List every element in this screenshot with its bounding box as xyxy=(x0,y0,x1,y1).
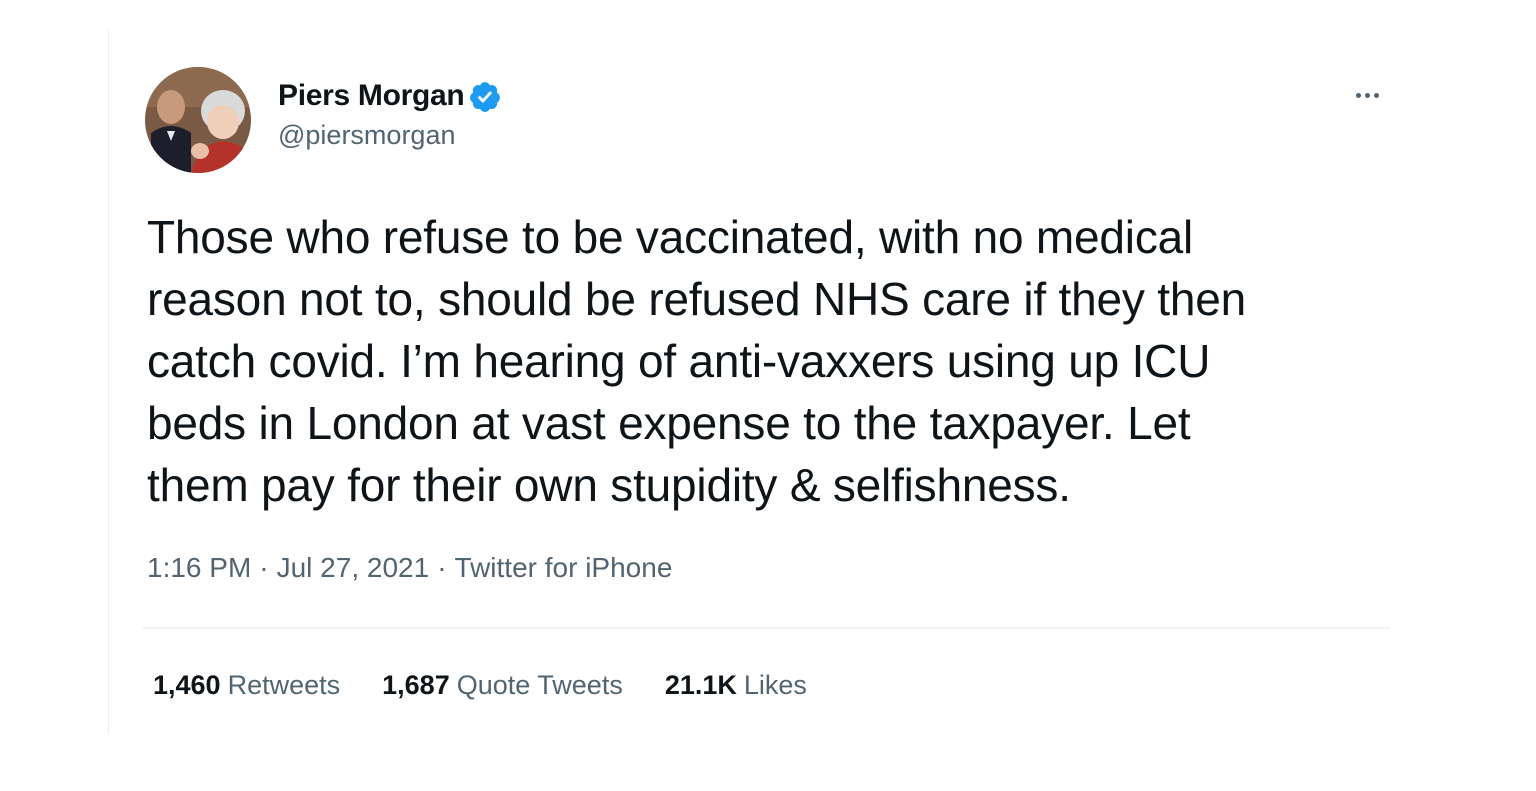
likes-label: Likes xyxy=(743,670,807,700)
tweet-date[interactable]: Jul 27, 2021 xyxy=(277,552,430,584)
author-display-name[interactable]: Piers Morgan xyxy=(278,79,465,113)
meta-separator: · xyxy=(437,552,447,583)
tweet-time[interactable]: 1:16 PM xyxy=(147,552,251,584)
card-left-border xyxy=(108,30,109,734)
author-handle[interactable]: @piersmorgan xyxy=(278,120,502,151)
likes-count: 21.1K xyxy=(664,670,737,700)
page: Piers Morgan @piersmorgan Those who refu… xyxy=(0,0,1536,791)
ellipsis-dot xyxy=(1373,92,1379,98)
tweet-text: Those who refuse to be vaccinated, with … xyxy=(147,211,1246,511)
tweet-metadata: 1:16 PM · Jul 27, 2021 · Twitter for iPh… xyxy=(147,552,672,584)
meta-separator: · xyxy=(259,552,269,583)
engagement-stats: 1,460 Retweets 1,687 Quote Tweets 21.1K … xyxy=(153,670,849,701)
profile-photo xyxy=(145,67,251,173)
ellipsis-dot xyxy=(1364,92,1370,98)
avatar[interactable] xyxy=(145,67,251,173)
likes-stat[interactable]: 21.1K Likes xyxy=(665,670,807,701)
author-name-row: Piers Morgan xyxy=(278,76,502,116)
retweets-label: Retweets xyxy=(227,670,341,700)
quote-tweets-stat[interactable]: 1,687 Quote Tweets xyxy=(382,670,623,701)
retweets-count: 1,460 xyxy=(153,670,221,700)
more-options-button[interactable] xyxy=(1342,80,1392,110)
divider xyxy=(143,627,1390,629)
ellipsis-dot xyxy=(1355,92,1361,98)
author-block: Piers Morgan @piersmorgan xyxy=(278,76,502,151)
quote-tweets-label: Quote Tweets xyxy=(456,670,623,700)
tweet-card: Piers Morgan @piersmorgan Those who refu… xyxy=(110,30,1400,734)
verified-badge-icon xyxy=(468,80,502,114)
quote-tweets-count: 1,687 xyxy=(382,670,450,700)
retweets-stat[interactable]: 1,460 Retweets xyxy=(153,670,340,701)
tweet-source[interactable]: Twitter for iPhone xyxy=(455,552,673,584)
